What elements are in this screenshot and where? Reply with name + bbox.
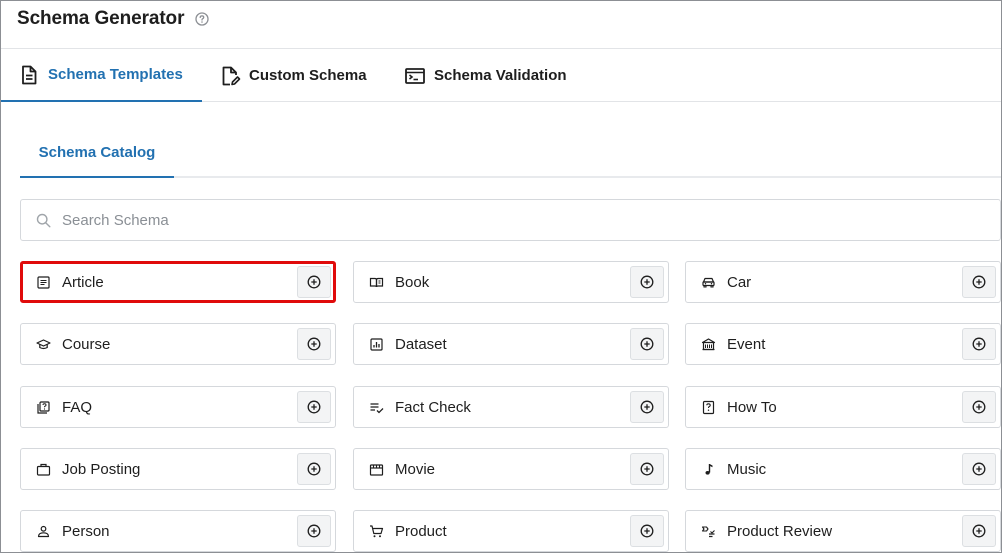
schema-card-label: Dataset <box>395 336 447 353</box>
cart-icon <box>370 525 384 538</box>
how-to-icon <box>702 400 715 415</box>
schema-card-dataset[interactable]: Dataset <box>353 323 669 365</box>
tab-label: Schema Validation <box>434 67 567 84</box>
schema-card-label: Music <box>727 461 767 478</box>
tab-custom-schema[interactable]: Custom Schema <box>219 49 379 102</box>
plus-circle-icon <box>307 400 321 414</box>
edit-document-icon <box>222 66 241 85</box>
schema-templates-panel: Schema Catalog Article <box>1 103 1001 552</box>
plus-circle-icon <box>972 524 986 538</box>
add-fact-check-button[interactable] <box>630 391 664 423</box>
schema-card-label: Movie <box>395 461 436 478</box>
help-circle-icon[interactable] <box>195 12 209 26</box>
tab-schema-catalog[interactable]: Schema Catalog <box>20 129 174 178</box>
schema-card-product[interactable]: Product <box>353 510 669 552</box>
schema-card-course[interactable]: Course <box>20 323 336 365</box>
person-icon <box>37 525 50 538</box>
plus-circle-icon <box>972 462 986 476</box>
app-header: Schema Generator <box>1 1 1001 49</box>
graduation-cap-icon <box>36 339 51 350</box>
add-faq-button[interactable] <box>297 391 331 423</box>
schema-card-car[interactable]: Car <box>685 261 1001 303</box>
tab-schema-templates[interactable]: Schema Templates <box>1 49 202 102</box>
car-icon <box>702 277 715 288</box>
app-window: Schema Generator Schema Templates Custom… <box>0 0 1002 553</box>
schema-card-label: Car <box>727 274 752 291</box>
tab-schema-validation[interactable]: Schema Validation <box>404 49 584 102</box>
plus-circle-icon <box>307 275 321 289</box>
review-icon <box>701 526 715 538</box>
schema-card-music[interactable]: Music <box>685 448 1001 490</box>
dataset-icon <box>370 338 383 351</box>
schema-card-label: Person <box>62 523 110 540</box>
schema-card-movie[interactable]: Movie <box>353 448 669 490</box>
schema-card-label: Course <box>62 336 111 353</box>
search-icon <box>36 213 51 228</box>
plus-circle-icon <box>640 524 654 538</box>
schema-card-event[interactable]: Event <box>685 323 1001 365</box>
tab-label: Custom Schema <box>249 67 367 84</box>
add-article-button[interactable] <box>297 266 331 298</box>
add-course-button[interactable] <box>297 328 331 360</box>
schema-card-book[interactable]: Book <box>353 261 669 303</box>
schema-card-label: FAQ <box>62 399 93 416</box>
add-music-button[interactable] <box>962 453 996 485</box>
plus-circle-icon <box>640 337 654 351</box>
schema-card-product-review[interactable]: Product Review <box>685 510 1001 552</box>
plus-circle-icon <box>640 462 654 476</box>
plus-circle-icon <box>307 337 321 351</box>
article-icon <box>37 276 50 289</box>
catalog-subtabs: Schema Catalog <box>20 129 1001 178</box>
schema-card-label: Book <box>395 274 430 291</box>
add-movie-button[interactable] <box>630 453 664 485</box>
plus-circle-icon <box>640 275 654 289</box>
schema-card-fact-check[interactable]: Fact Check <box>353 386 669 428</box>
schema-card-job-posting[interactable]: Job Posting <box>20 448 336 490</box>
tab-label: Schema Templates <box>48 66 183 83</box>
search-input[interactable] <box>62 200 962 240</box>
schema-card-label: Fact Check <box>395 399 471 416</box>
briefcase-icon <box>36 463 51 476</box>
add-person-button[interactable] <box>297 515 331 547</box>
plus-circle-icon <box>972 337 986 351</box>
schema-card-how-to[interactable]: How To <box>685 386 1001 428</box>
app-title: Schema Generator <box>17 8 185 29</box>
schema-card-label: Article <box>62 274 104 291</box>
schema-card-faq[interactable]: FAQ <box>20 386 336 428</box>
schema-card-label: Event <box>727 336 766 353</box>
plus-circle-icon <box>307 524 321 538</box>
main-tabs: Schema Templates Custom Schema Schema Va… <box>1 49 1001 102</box>
document-icon <box>22 65 37 84</box>
add-book-button[interactable] <box>630 266 664 298</box>
schema-card-person[interactable]: Person <box>20 510 336 552</box>
search-box <box>20 199 1001 241</box>
add-product-button[interactable] <box>630 515 664 547</box>
plus-circle-icon <box>972 400 986 414</box>
event-building-icon <box>701 338 716 351</box>
add-job-posting-button[interactable] <box>297 453 331 485</box>
terminal-icon <box>405 67 425 84</box>
add-event-button[interactable] <box>962 328 996 360</box>
movie-icon <box>369 464 384 476</box>
plus-circle-icon <box>640 400 654 414</box>
add-product-review-button[interactable] <box>962 515 996 547</box>
plus-circle-icon <box>972 275 986 289</box>
add-car-button[interactable] <box>962 266 996 298</box>
book-icon <box>369 277 384 288</box>
faq-icon <box>37 401 50 414</box>
schema-card-article[interactable]: Article <box>20 261 336 303</box>
fact-check-icon <box>370 403 384 414</box>
schema-card-label: Product <box>395 523 447 540</box>
add-how-to-button[interactable] <box>962 391 996 423</box>
schema-card-label: Product Review <box>727 523 833 540</box>
schema-card-label: How To <box>727 399 777 416</box>
add-dataset-button[interactable] <box>630 328 664 360</box>
music-note-icon <box>705 464 713 475</box>
plus-circle-icon <box>307 462 321 476</box>
schema-card-label: Job Posting <box>62 461 141 478</box>
